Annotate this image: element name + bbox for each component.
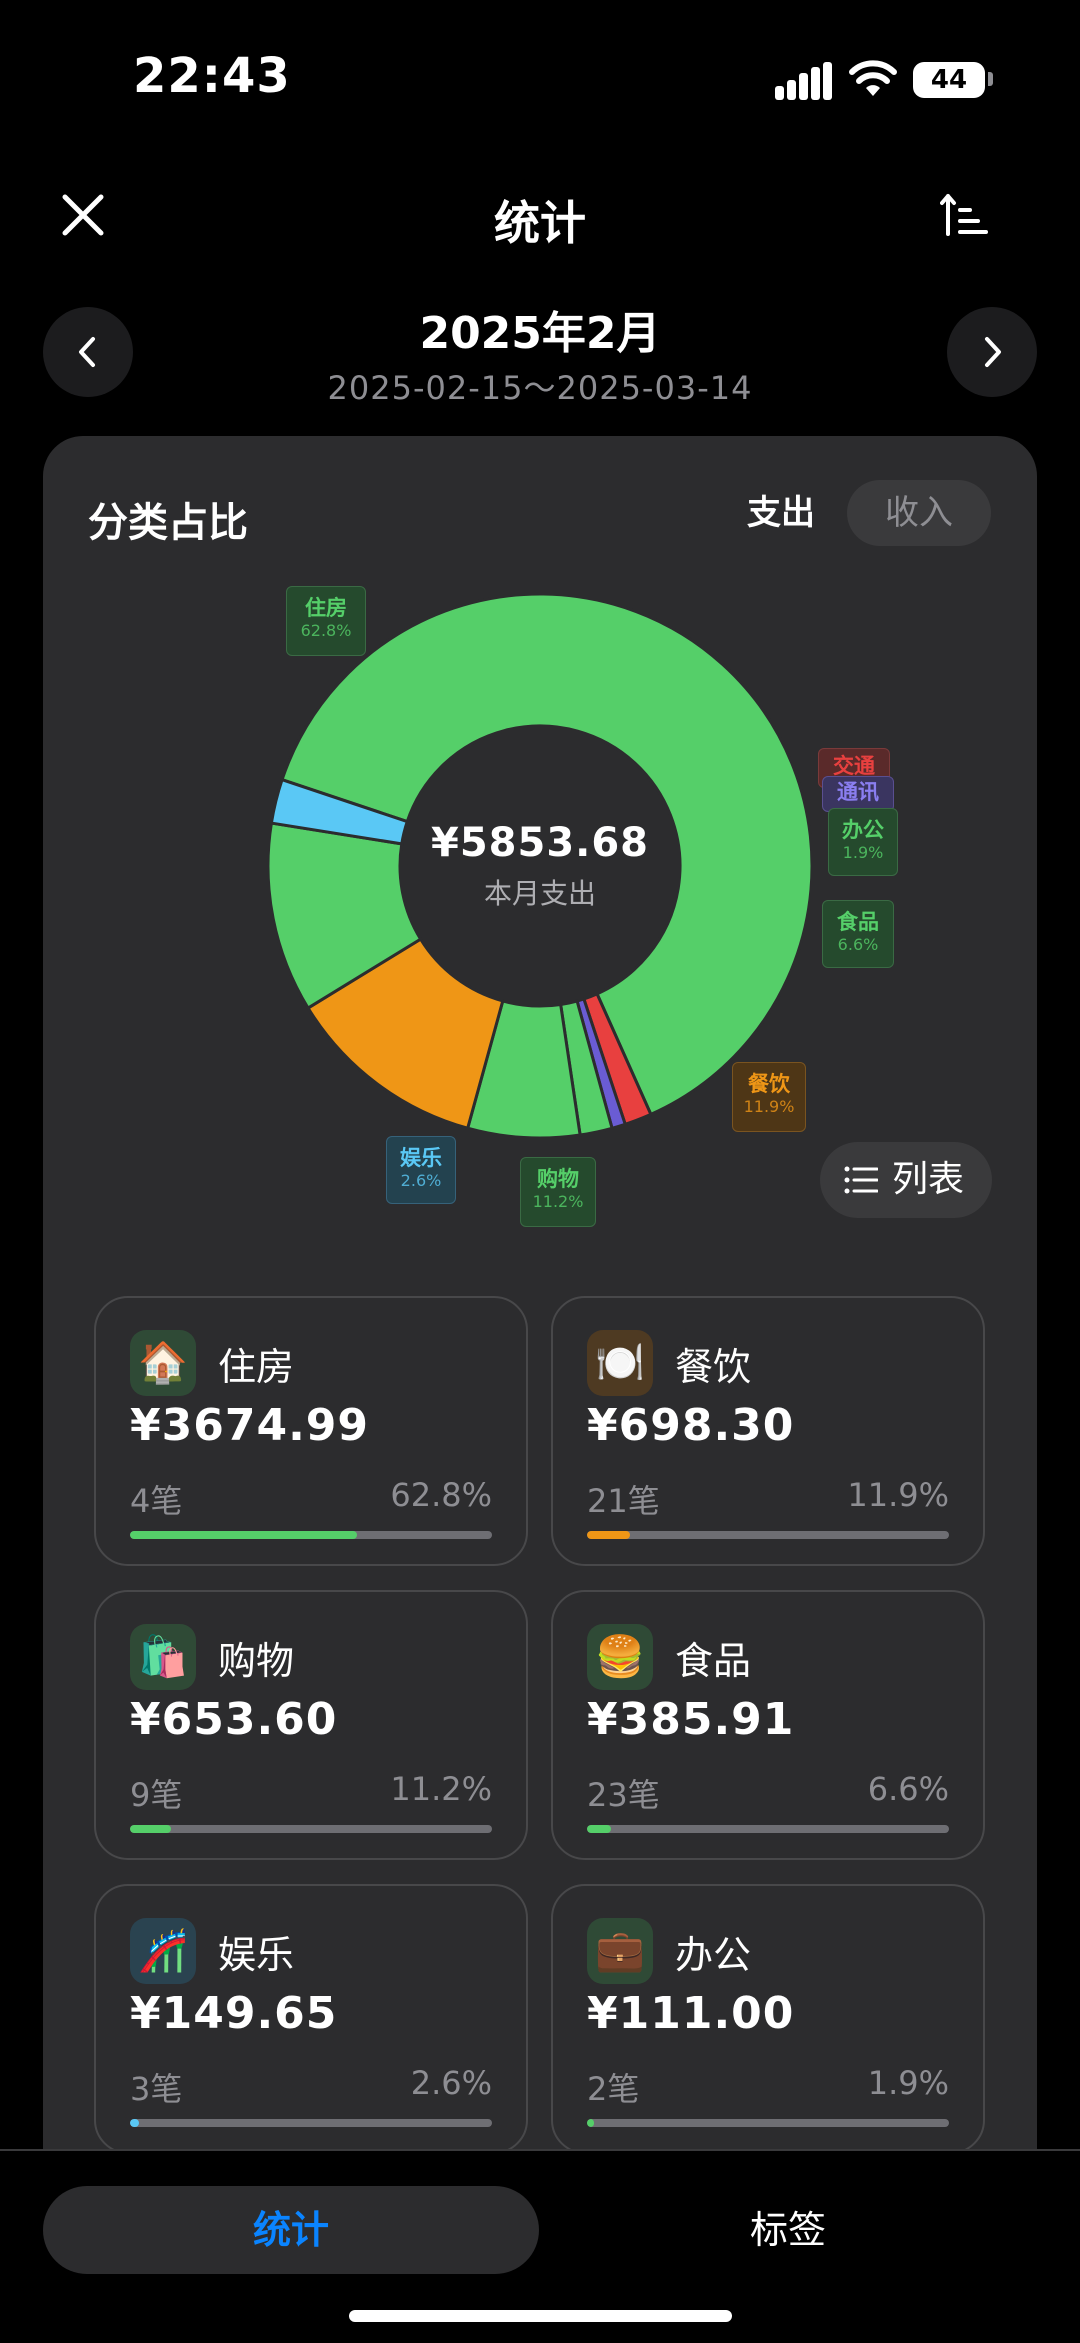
label-entertainment: 娱乐 2.6% (386, 1136, 456, 1204)
category-progress-fill (130, 1825, 171, 1833)
label-name: 娱乐 (400, 1146, 442, 1170)
cellular-signal-icon (775, 62, 833, 100)
label-pct: 6.6% (837, 935, 879, 955)
category-count: 3笔 (130, 2070, 183, 2108)
category-card[interactable]: 🛍️ 购物 ¥653.60 9笔 11.2% (94, 1590, 528, 1860)
category-progress-fill (587, 1825, 611, 1833)
category-amount: ¥385.91 (587, 1694, 795, 1745)
list-icon (844, 1166, 878, 1194)
category-progress (587, 1531, 949, 1539)
label-name: 办公 (842, 818, 884, 842)
list-view-label: 列表 (892, 1159, 965, 1200)
category-card[interactable]: 🍔 食品 ¥385.91 23笔 6.6% (551, 1590, 985, 1860)
status-time: 22:43 (133, 48, 291, 104)
roller-coaster-icon: 🎢 (130, 1918, 196, 1984)
label-pct: 62.8% (300, 621, 352, 641)
category-progress (587, 2119, 949, 2127)
total-amount: ¥5853.68 (430, 820, 650, 866)
category-progress (130, 1531, 492, 1539)
category-amount: ¥149.65 (130, 1988, 338, 2039)
category-percent: 62.8% (390, 1476, 492, 1514)
chevron-right-icon (985, 337, 1001, 367)
category-amount: ¥698.30 (587, 1400, 795, 1451)
page-title: 统计 (494, 196, 586, 250)
category-name: 娱乐 (218, 1933, 295, 1977)
tab-tags[interactable]: 标签 (540, 2186, 1036, 2274)
label-name: 通讯 (837, 780, 879, 804)
category-progress-fill (587, 2119, 594, 2127)
label-pct: 2.6% (400, 1171, 442, 1191)
house-icon: 🏠 (130, 1330, 196, 1396)
category-amount: ¥653.60 (130, 1694, 338, 1745)
category-percent: 2.6% (410, 2064, 492, 2102)
category-name: 食品 (675, 1639, 752, 1683)
total-caption: 本月支出 (483, 877, 596, 910)
burger-icon: 🍔 (587, 1624, 653, 1690)
tab-income[interactable]: 收入 (847, 480, 991, 546)
category-amount: ¥111.00 (587, 1988, 795, 2039)
tab-expense[interactable]: 支出 (733, 480, 829, 546)
tab-stats[interactable]: 统计 (43, 2186, 539, 2274)
category-name: 办公 (675, 1933, 752, 1977)
category-count: 2笔 (587, 2070, 640, 2108)
label-shopping: 购物 11.2% (520, 1157, 596, 1227)
date-range: 2025-02-15～2025-03-14 (327, 369, 753, 407)
month-title: 2025年2月 (419, 308, 661, 359)
label-pct: 1.9% (842, 843, 884, 863)
shopping-bags-icon: 🛍️ (130, 1624, 196, 1690)
category-progress (587, 1825, 949, 1833)
category-name: 购物 (218, 1639, 295, 1683)
battery-icon: 44 (913, 62, 985, 98)
label-pct: 11.2% (532, 1192, 584, 1212)
category-name: 餐饮 (675, 1345, 752, 1389)
category-card[interactable]: 💼 办公 ¥111.00 2笔 1.9% (551, 1884, 985, 2154)
category-percent: 1.9% (867, 2064, 949, 2102)
category-percent: 11.2% (390, 1770, 492, 1808)
label-telecom: 通讯 (822, 776, 894, 812)
section-title: 分类占比 (88, 500, 248, 546)
label-name: 餐饮 (748, 1072, 790, 1096)
category-percent: 6.6% (867, 1770, 949, 1808)
category-count: 4笔 (130, 1482, 183, 1520)
category-progress-fill (130, 1531, 358, 1539)
category-card[interactable]: 🎢 娱乐 ¥149.65 3笔 2.6% (94, 1884, 528, 2154)
briefcase-icon: 💼 (587, 1918, 653, 1984)
label-dining: 餐饮 11.9% (732, 1062, 806, 1132)
home-indicator (349, 2310, 732, 2322)
category-progress-fill (587, 1531, 631, 1539)
category-progress (130, 2119, 492, 2127)
label-office: 办公 1.9% (828, 808, 898, 876)
plate-icon: 🍽️ (587, 1330, 653, 1396)
category-progress-fill (130, 2119, 140, 2127)
donut-center: ¥5853.68 本月支出 (0, 820, 1080, 912)
label-housing: 住房 62.8% (286, 586, 366, 656)
label-name: 购物 (537, 1167, 579, 1191)
category-count: 9笔 (130, 1776, 183, 1814)
category-count: 23笔 (587, 1776, 660, 1814)
category-amount: ¥3674.99 (130, 1400, 370, 1451)
category-percent: 11.9% (847, 1476, 949, 1514)
battery-nub (988, 72, 993, 86)
category-progress (130, 1825, 492, 1833)
next-month-button[interactable] (947, 307, 1037, 397)
list-view-button[interactable]: 列表 (820, 1142, 992, 1218)
sort-icon[interactable] (940, 190, 990, 240)
category-count: 21笔 (587, 1482, 660, 1520)
category-card[interactable]: 🍽️ 餐饮 ¥698.30 21笔 11.9% (551, 1296, 985, 1566)
category-name: 住房 (218, 1345, 295, 1389)
label-food: 食品 6.6% (822, 900, 894, 968)
wifi-icon (849, 60, 897, 96)
category-card[interactable]: 🏠 住房 ¥3674.99 4笔 62.8% (94, 1296, 528, 1566)
label-pct: 11.9% (743, 1097, 795, 1117)
label-name: 食品 (837, 910, 879, 934)
label-name: 住房 (305, 596, 347, 620)
